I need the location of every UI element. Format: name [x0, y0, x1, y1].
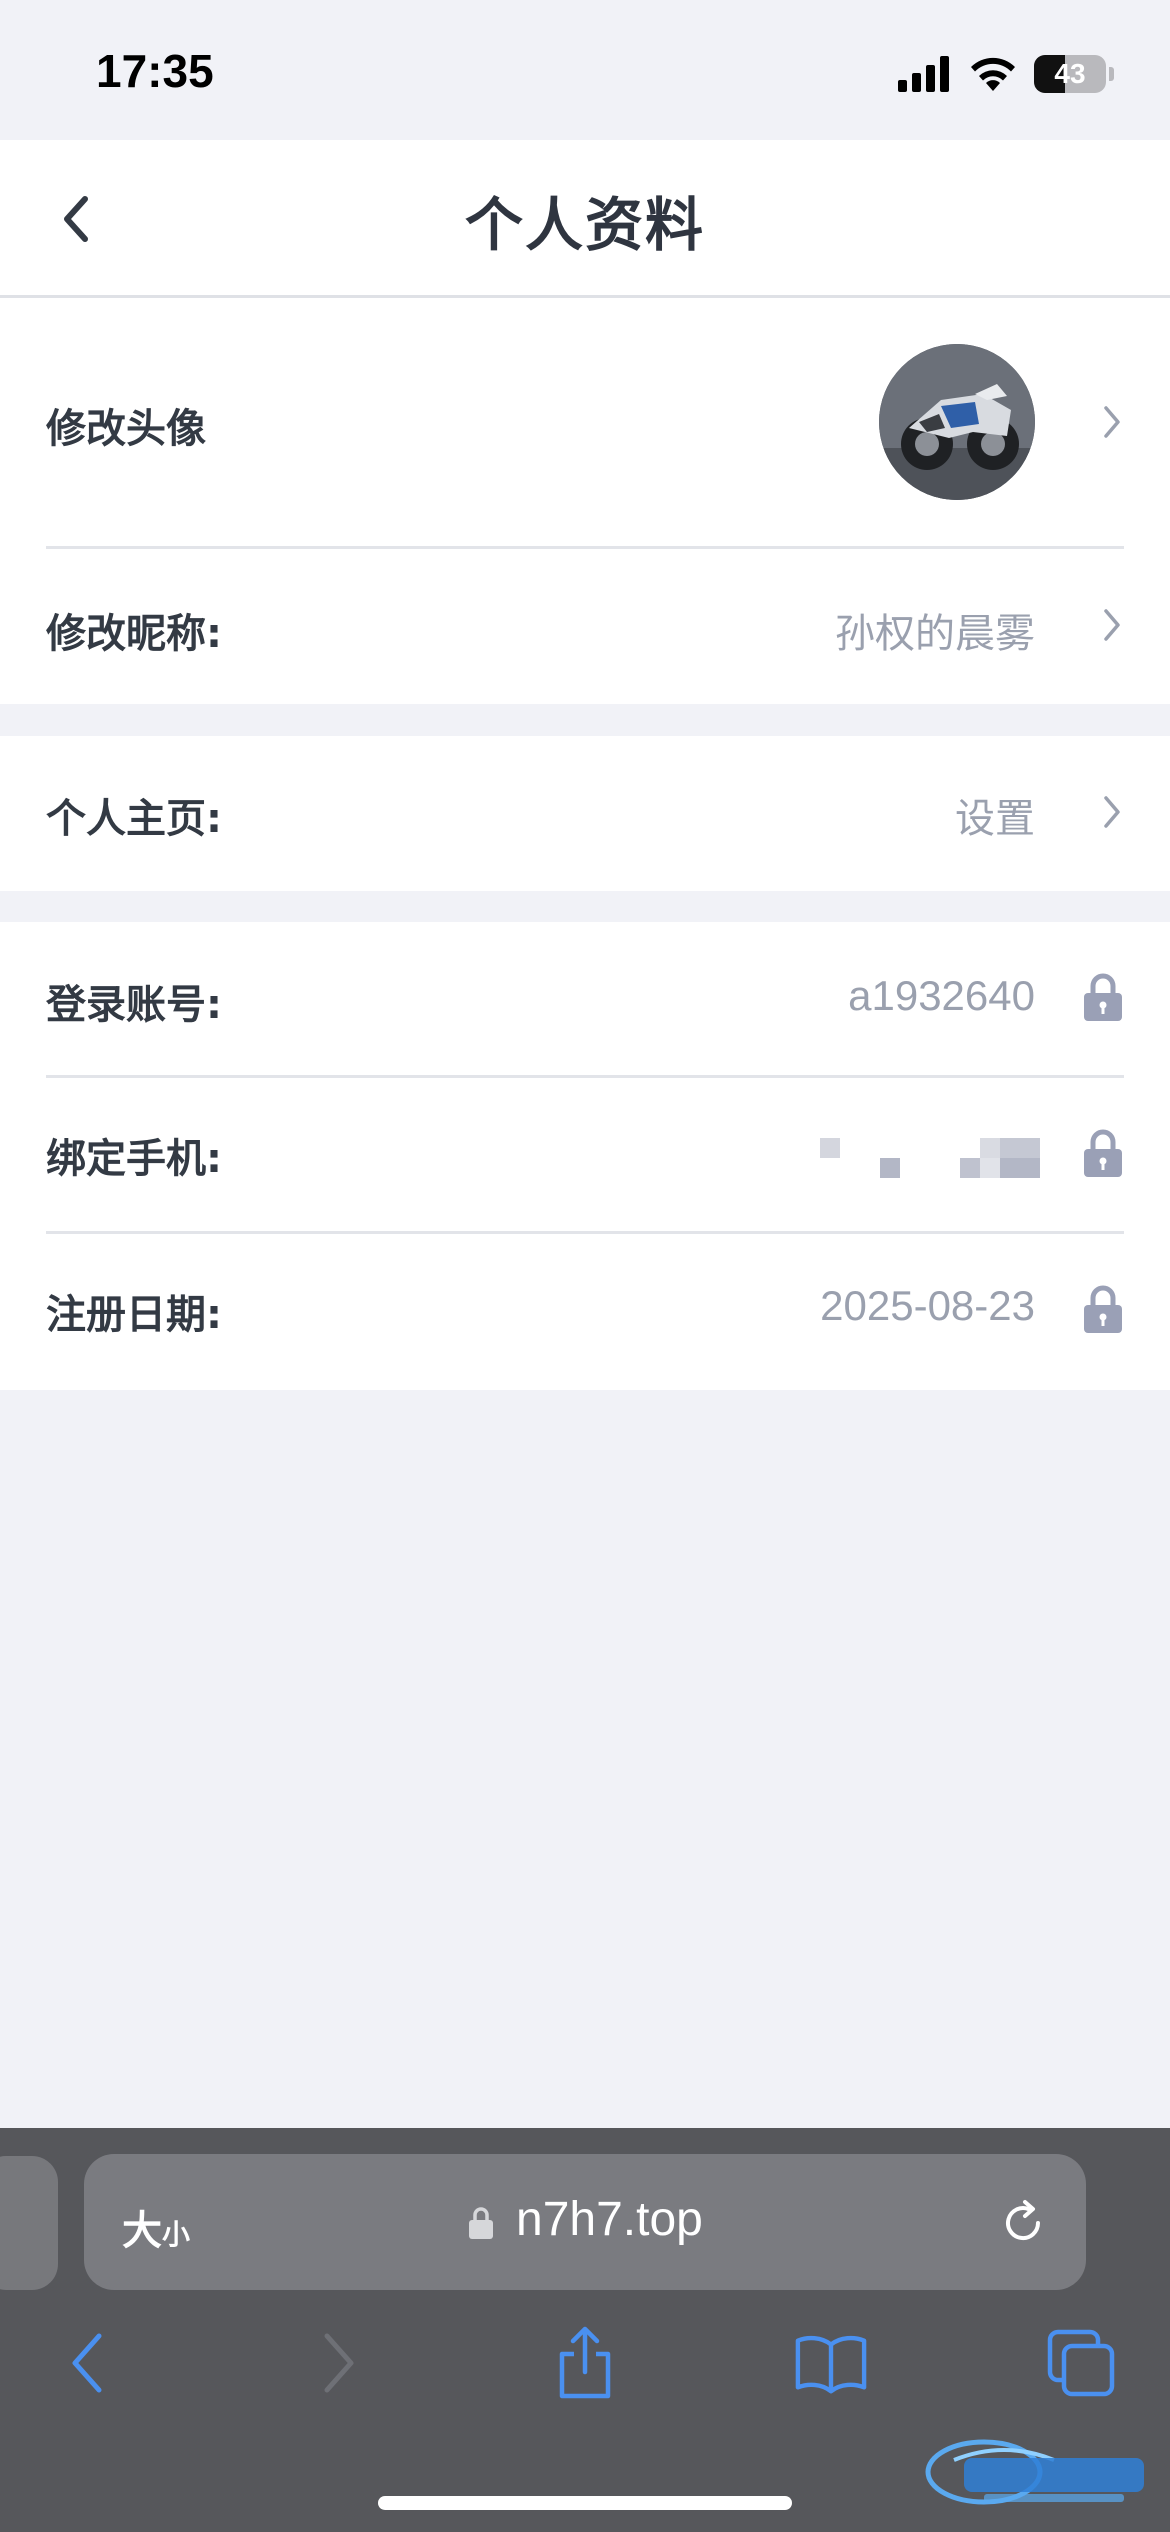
text-size-big-label: 大 — [122, 2208, 162, 2254]
account-section: 登录账号: a1932640 绑定手机: 注册日期: 2025-08-23 — [0, 922, 1170, 1390]
lock-icon — [1084, 973, 1122, 1021]
avatar[interactable] — [879, 344, 1035, 500]
text-size-small-label: 小 — [162, 2218, 191, 2251]
chevron-right-icon — [1104, 796, 1120, 828]
change-nickname-row[interactable]: 修改昵称: 孙权的晨雾 — [0, 549, 1170, 704]
login-account-row: 登录账号: a1932640 — [0, 922, 1170, 1075]
bookmarks-icon[interactable] — [794, 2326, 868, 2400]
homepage-label: 个人主页: — [46, 796, 222, 842]
home-indicator — [378, 2496, 792, 2510]
tabs-icon[interactable] — [1044, 2326, 1118, 2400]
lock-icon — [469, 2207, 493, 2239]
chevron-right-icon — [1104, 609, 1120, 641]
change-avatar-label: 修改头像 — [46, 406, 206, 452]
masked-phone-value — [820, 1138, 1040, 1182]
login-account-value: a1932640 — [848, 972, 1035, 1019]
wifi-icon — [971, 57, 1015, 91]
register-date-label: 注册日期: — [46, 1292, 222, 1338]
nickname-value: 孙权的晨雾 — [835, 611, 1035, 657]
status-icons: 43 — [898, 54, 1114, 94]
tabs-glyph — [1047, 2329, 1115, 2397]
login-account-label: 登录账号: — [46, 982, 222, 1028]
bound-phone-row: 绑定手机: — [0, 1078, 1170, 1231]
share-glyph — [559, 2326, 611, 2399]
status-bar: 17:35 43 — [0, 0, 1170, 140]
address-bar[interactable]: 大小 n7h7.top — [84, 2154, 1086, 2290]
lock-icon — [1084, 1285, 1122, 1333]
battery-icon: 43 — [1034, 55, 1106, 93]
chevron-left-icon — [72, 2333, 102, 2393]
cellular-signal-icon — [898, 56, 949, 92]
lock-icon — [1084, 1129, 1122, 1177]
chevron-right-icon — [324, 2333, 354, 2393]
url-text: n7h7.top — [516, 2193, 703, 2246]
homepage-section: 个人主页: 设置 — [0, 736, 1170, 891]
back-icon[interactable] — [50, 2326, 124, 2400]
motorcycle-image — [879, 344, 1035, 500]
change-nickname-label: 修改昵称: — [46, 611, 222, 657]
status-time: 17:35 — [96, 45, 214, 97]
nav-header: 个人资料 — [0, 140, 1170, 298]
forward-icon[interactable] — [302, 2326, 376, 2400]
chevron-right-icon — [1104, 406, 1120, 438]
share-icon[interactable] — [548, 2326, 622, 2400]
browser-toolbar: 大小 n7h7.top — [0, 2128, 1170, 2532]
register-date-row: 注册日期: 2025-08-23 — [0, 1234, 1170, 1390]
page-title: 个人资料 — [464, 191, 705, 259]
homepage-value: 设置 — [955, 796, 1035, 842]
site-watermark-logo — [925, 2439, 1144, 2505]
text-size-button[interactable]: 大小 — [122, 2198, 190, 2256]
reload-icon[interactable] — [998, 2198, 1048, 2248]
change-avatar-row[interactable]: 修改头像 — [0, 298, 1170, 546]
bound-phone-label: 绑定手机: — [46, 1136, 222, 1182]
profile-section: 修改头像 修改昵称: 孙权的晨雾 — [0, 298, 1170, 704]
homepage-row[interactable]: 个人主页: 设置 — [0, 736, 1170, 891]
previous-tab-preview[interactable] — [0, 2156, 58, 2290]
battery-percentage: 43 — [1054, 58, 1086, 89]
register-date-value: 2025-08-23 — [820, 1282, 1035, 1329]
book-glyph — [795, 2335, 867, 2394]
